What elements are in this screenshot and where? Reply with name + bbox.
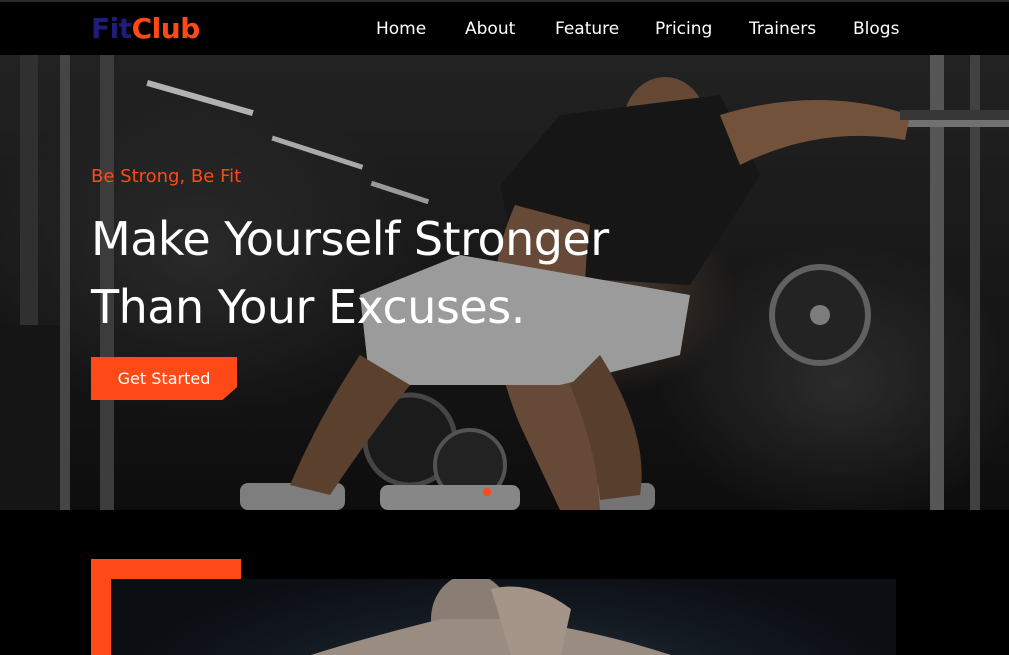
get-started-button[interactable]: Get Started	[91, 357, 237, 400]
top-navbar: FitClub Home About Feature Pricing Train…	[0, 0, 1009, 55]
hero-headline-line2: Than Your Excuses.	[91, 280, 525, 334]
hero-headline-line1: Make Yourself Stronger	[91, 212, 609, 266]
about-frame-accent-top	[91, 559, 241, 579]
hero-tagline: Be Strong, Be Fit	[91, 166, 242, 187]
nav-home[interactable]: Home	[376, 18, 426, 40]
hero-section: Be Strong, Be Fit Make Yourself Stronger…	[0, 55, 1009, 510]
about-image	[111, 579, 896, 655]
nav-pricing[interactable]: Pricing	[655, 18, 712, 40]
main-nav: Home About Feature Pricing Trainers Blog…	[0, 18, 1009, 42]
hero-headline: Make Yourself Stronger Than Your Excuses…	[91, 205, 691, 341]
nav-blogs[interactable]: Blogs	[853, 18, 899, 40]
nav-about[interactable]: About	[465, 18, 515, 40]
about-frame-accent-left	[91, 559, 111, 655]
nav-trainers[interactable]: Trainers	[749, 18, 816, 40]
nav-feature[interactable]: Feature	[555, 18, 619, 40]
slider-dot-active[interactable]	[483, 488, 491, 496]
about-image-graphic	[311, 579, 671, 655]
